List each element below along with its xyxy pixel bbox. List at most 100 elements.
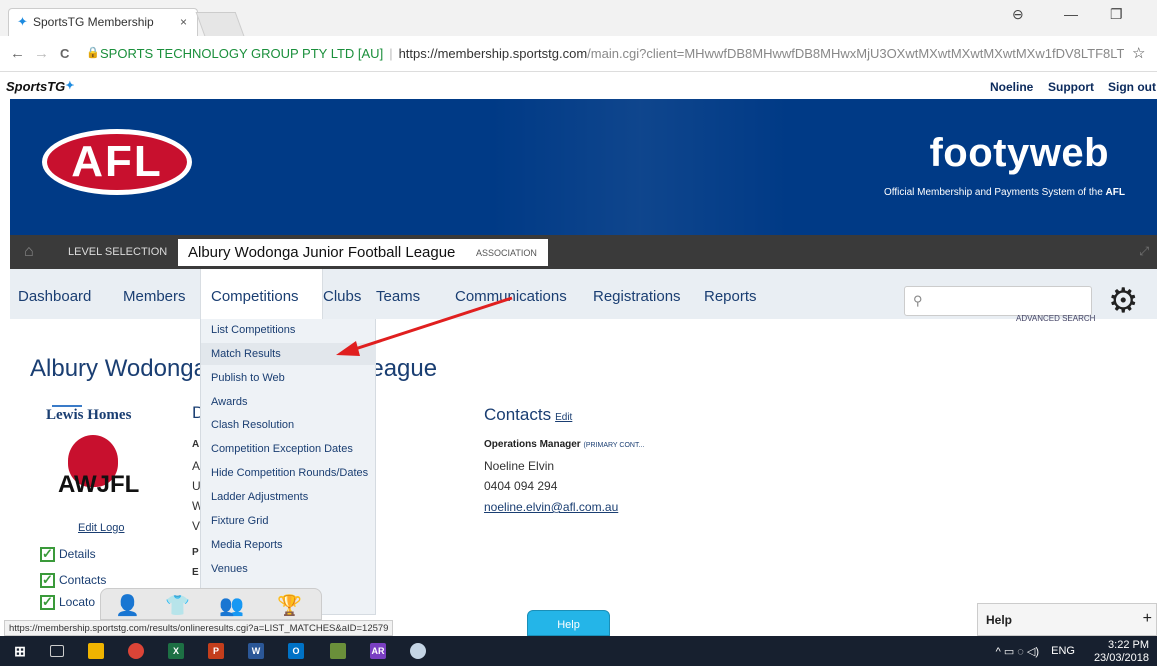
menu-item-media-reports[interactable]: Media Reports: [211, 539, 283, 551]
checkbox-tick-icon: ✓: [40, 547, 55, 563]
brand-star-icon: ✦: [65, 80, 75, 92]
sign-out-link[interactable]: Sign out: [1108, 80, 1156, 94]
ar-app-icon[interactable]: AR: [370, 643, 386, 659]
url-separator: |: [389, 46, 393, 61]
word-icon[interactable]: W: [248, 643, 264, 659]
main-navigation: Dashboard Members Competitions Clubs Tea…: [10, 269, 1157, 323]
contacts-heading: Contacts Edit: [484, 405, 572, 425]
home-icon[interactable]: ⌂: [24, 243, 42, 261]
user-link[interactable]: Noeline: [990, 80, 1033, 94]
check-label: Contacts: [59, 573, 107, 587]
page-title-left: Albury Wodonga: [30, 355, 207, 382]
clock-date[interactable]: 23/03/2018: [1089, 652, 1149, 664]
tab-close-icon[interactable]: ×: [180, 15, 187, 29]
menu-item-fixture-grid[interactable]: Fixture Grid: [211, 515, 268, 527]
sponsor-roof: [52, 399, 82, 407]
contacts-check-item[interactable]: ✓ Contacts: [40, 573, 107, 589]
menu-item-list-competitions[interactable]: List Competitions: [211, 324, 295, 336]
cert-label: SPORTS TECHNOLOGY GROUP PTY LTD [AU]: [100, 46, 384, 61]
excel-icon[interactable]: X: [168, 643, 184, 659]
nav-registrations[interactable]: Registrations: [593, 288, 681, 305]
contact-email-link[interactable]: noeline.elvin@afl.com.au: [484, 500, 618, 514]
help-panel-label: Help: [986, 613, 1013, 627]
browser-tab[interactable]: ✦ SportsTG Membership ×: [8, 8, 198, 36]
help-panel[interactable]: Help +: [977, 603, 1157, 636]
primary-contact-label: (PRIMARY CONT...: [583, 442, 645, 449]
menu-item-ladder-adjustments[interactable]: Ladder Adjustments: [211, 491, 308, 503]
powerpoint-icon[interactable]: P: [208, 643, 224, 659]
gear-icon[interactable]: ⚙: [1108, 281, 1138, 321]
club-logo: AWJFL: [58, 435, 139, 511]
fullscreen-icon[interactable]: ⤢: [1139, 244, 1149, 259]
menu-item-competition-exception-dates[interactable]: Competition Exception Dates: [211, 443, 353, 455]
search-icon: ⚲: [913, 293, 923, 308]
snipping-tool-icon[interactable]: [410, 643, 426, 659]
trophy-icon[interactable]: 🏆: [277, 593, 302, 618]
minimize-icon[interactable]: —: [1064, 6, 1078, 22]
help-tab-button[interactable]: Help: [527, 610, 610, 636]
contact-phone: 0404 094 294: [484, 479, 558, 493]
hero-banner: AFL footyweb Official Membership and Pay…: [10, 99, 1157, 235]
nav-competitions[interactable]: Competitions: [211, 288, 299, 305]
back-icon[interactable]: ←: [10, 45, 25, 62]
forward-icon[interactable]: →: [34, 45, 49, 62]
locator-check-item[interactable]: ✓ Locato: [40, 595, 95, 611]
nav-clubs[interactable]: Clubs: [323, 288, 361, 305]
menu-item-awards[interactable]: Awards: [211, 396, 247, 408]
nav-reports[interactable]: Reports: [704, 288, 757, 305]
footyweb-tagline: Official Membership and Payments System …: [884, 187, 1125, 198]
footyweb-logo: footyweb: [929, 131, 1109, 175]
nav-communications[interactable]: Communications: [455, 288, 567, 305]
level-selection-label[interactable]: LEVEL SELECTION: [68, 246, 167, 258]
url-input[interactable]: 🔒 SPORTS TECHNOLOGY GROUP PTY LTD [AU] | h…: [84, 40, 1124, 68]
organisation-selector[interactable]: Albury Wodonga Junior Football League AS…: [178, 239, 548, 266]
group-icon[interactable]: 👥: [219, 593, 244, 618]
tagline-bold: AFL: [1105, 187, 1125, 198]
reload-icon[interactable]: C: [60, 46, 69, 61]
account-icon[interactable]: ⊖: [1012, 6, 1024, 23]
quick-icons-bar: 👤 👕 👥 🏆: [100, 588, 322, 620]
nav-members[interactable]: Members: [123, 288, 186, 305]
jersey-icon[interactable]: 👕: [165, 593, 190, 618]
menu-item-hide-competition-rounds[interactable]: Hide Competition Rounds/Dates: [211, 467, 368, 479]
expand-plus-icon[interactable]: +: [1143, 610, 1152, 628]
brand-text: SportsTG: [6, 79, 66, 94]
address-bar-row: ← → C 🔒 SPORTS TECHNOLOGY GROUP PTY LTD …: [0, 36, 1157, 72]
search-input[interactable]: ⚲: [904, 286, 1092, 316]
task-view-icon[interactable]: [50, 645, 64, 657]
nav-dashboard[interactable]: Dashboard: [18, 288, 91, 305]
contacts-edit-link[interactable]: Edit: [555, 412, 572, 423]
contacts-title: Contacts: [484, 405, 552, 424]
nav-teams[interactable]: Teams: [376, 288, 420, 305]
support-link[interactable]: Support: [1048, 80, 1094, 94]
new-tab-button[interactable]: [195, 12, 245, 36]
edit-logo-link[interactable]: Edit Logo: [78, 522, 124, 534]
file-explorer-icon[interactable]: [88, 643, 104, 659]
menu-item-clash-resolution[interactable]: Clash Resolution: [211, 419, 294, 431]
url-path: /main.cgi?client=MHwwfDB8MHwwfDB8MHwxMjU…: [587, 46, 1124, 61]
chrome-icon[interactable]: [128, 643, 144, 659]
clock-time[interactable]: 3:22 PM: [1089, 639, 1149, 651]
menu-item-match-results[interactable]: Match Results: [211, 348, 281, 360]
url-host: https://membership.sportstg.com: [398, 46, 588, 61]
person-icon[interactable]: 👤: [115, 593, 140, 618]
tray-icons[interactable]: ^ ▭ ◌ ◁): [996, 645, 1039, 658]
banner-shine: [490, 99, 790, 235]
contact-name: Noeline Elvin: [484, 459, 555, 473]
field-fragment: A: [192, 459, 201, 473]
field-fragment: E: [192, 567, 199, 578]
sportstg-logo[interactable]: SportsTG✦: [6, 79, 74, 94]
windows-start-icon[interactable]: ⊞: [12, 643, 28, 659]
details-check-item[interactable]: ✓ Details: [40, 547, 96, 563]
bookmark-star-icon[interactable]: ☆: [1132, 44, 1145, 62]
language-indicator[interactable]: ENG: [1051, 645, 1075, 657]
status-url-bar: https://membership.sportstg.com/results/…: [4, 620, 394, 636]
menu-item-venues[interactable]: Venues: [211, 563, 248, 575]
outlook-icon[interactable]: O: [288, 643, 304, 659]
app-icon[interactable]: [330, 643, 346, 659]
browser-tab-bar: ✦ SportsTG Membership × ⊖ — ❐: [0, 0, 1157, 36]
menu-item-publish-to-web[interactable]: Publish to Web: [211, 372, 285, 384]
restore-icon[interactable]: ❐: [1110, 6, 1123, 23]
main-content: Albury Wodonga League Lewis Homes AWJFL E…: [10, 319, 1157, 619]
sportstg-favicon-icon: ✦: [17, 14, 28, 29]
